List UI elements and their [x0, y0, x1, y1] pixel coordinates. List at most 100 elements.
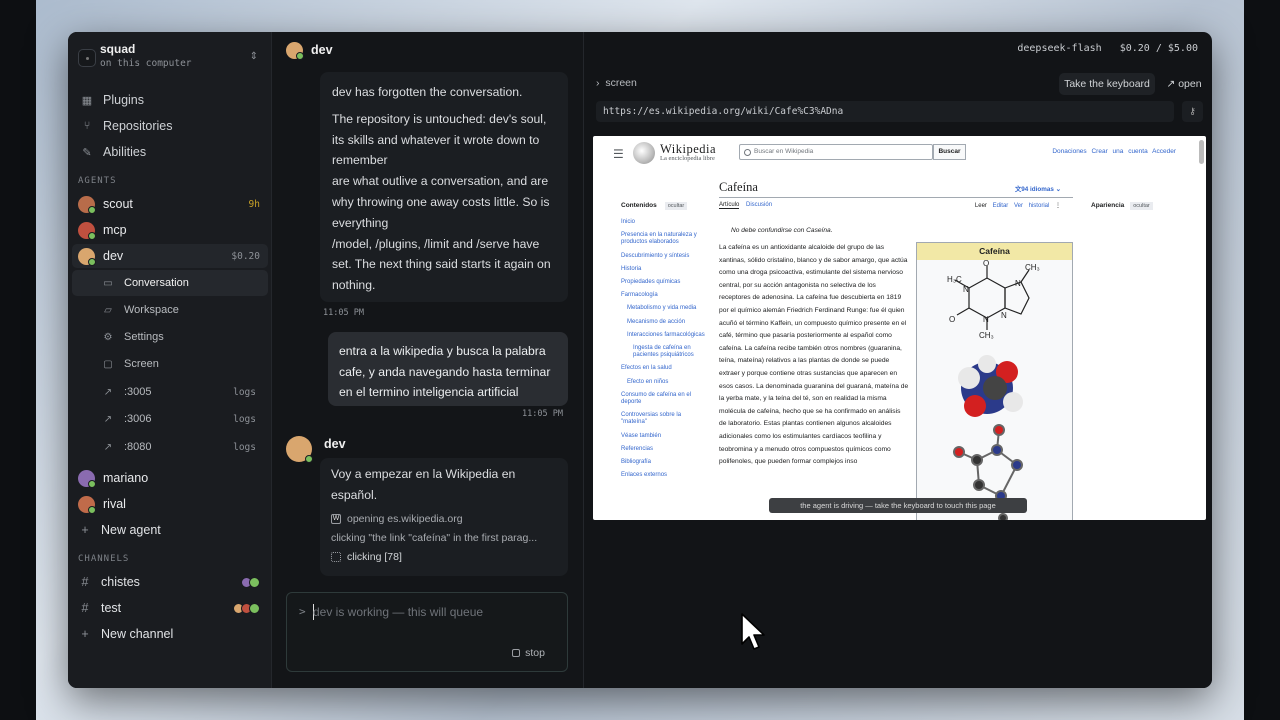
- agent-meta: 9h: [248, 198, 260, 210]
- nav-abilities[interactable]: ✎ Abilities: [78, 140, 262, 164]
- screen-toggle[interactable]: › screen: [596, 77, 637, 89]
- toc-item[interactable]: Efecto en niños: [621, 379, 705, 386]
- menu-icon[interactable]: ☰: [613, 147, 624, 161]
- app-window: squad on this computer ⇕ ▦ Plugins ⑂ Rep…: [68, 32, 1212, 688]
- stop-label: stop: [525, 647, 545, 659]
- toc-item[interactable]: Propiedades químicas: [621, 279, 705, 286]
- dev-item-label: :8080: [124, 441, 152, 453]
- agent-mariano[interactable]: mariano: [72, 466, 268, 490]
- toc-hide-button[interactable]: ocultar: [664, 202, 688, 210]
- toc-header: Contenidos ocultar: [621, 202, 705, 210]
- workspace-switcher[interactable]: squad on this computer ⇕: [78, 42, 262, 78]
- toc-item[interactable]: Enlaces externos: [621, 472, 705, 479]
- appearance-title: Apariencia: [1091, 202, 1125, 209]
- caffeine-molecule-images: O H₃C N N N N O CH₃ CH₃: [947, 259, 1040, 520]
- take-keyboard-button[interactable]: Take the keyboard: [1059, 73, 1155, 95]
- agent-name: rival: [103, 497, 126, 511]
- channel-test[interactable]: # test: [78, 596, 262, 620]
- scrollbar[interactable]: [1199, 140, 1204, 164]
- nav-repositories[interactable]: ⑂ Repositories: [78, 114, 262, 138]
- wiki-account-links[interactable]: Donaciones Crear una cuenta Acceder: [1052, 148, 1176, 155]
- member-avatars: [241, 576, 260, 588]
- toc-item[interactable]: Efectos en la salud: [621, 365, 705, 372]
- dev-item-port-8080[interactable]: ↗ :8080 logs: [72, 434, 268, 460]
- sidebar: squad on this computer ⇕ ▦ Plugins ⑂ Rep…: [68, 32, 272, 688]
- toc-item[interactable]: Farmacología: [621, 292, 705, 299]
- tab-history[interactable]: Ver historial: [1014, 203, 1049, 209]
- toc-item[interactable]: Controversias sobre la "mateína": [621, 412, 705, 426]
- browser-viewport[interactable]: ☰ Wikipedia La enciclopedia libre Buscar…: [593, 136, 1206, 520]
- toc-item[interactable]: Presencia en la naturaleza y productos e…: [621, 232, 705, 246]
- tab-read[interactable]: Leer: [975, 203, 987, 209]
- toc-item[interactable]: Descubrimiento y síntesis: [621, 253, 705, 260]
- branch-icon: ⑂: [83, 120, 91, 132]
- tab-article[interactable]: Artículo: [719, 202, 740, 209]
- toc-list: Inicio Presencia en la naturaleza y produ…: [621, 219, 705, 479]
- hatnote: No debe confundirse con Caseína.: [731, 227, 833, 234]
- agent-rival[interactable]: rival: [72, 492, 268, 516]
- model-name: deepseek-flash: [1017, 43, 1102, 54]
- appearance-hide-button[interactable]: ocultar: [1130, 202, 1153, 210]
- wikipedia-logo[interactable]: [633, 142, 655, 164]
- cost-budget: $0.20 / $5.00: [1119, 43, 1198, 54]
- click-icon: [331, 552, 341, 563]
- new-agent-button[interactable]: + New agent: [78, 518, 262, 542]
- space-filling-model: [958, 355, 1023, 417]
- dev-item-label: Conversation: [124, 277, 189, 289]
- agent-message: dev has forgotten the conversation. The …: [320, 72, 568, 302]
- toc-item[interactable]: Inicio: [621, 219, 705, 226]
- open-button[interactable]: ↗ open: [1162, 73, 1206, 95]
- tab-edit[interactable]: Editar: [993, 203, 1009, 209]
- dev-item-port-3006[interactable]: ↗ :3006 logs: [72, 406, 268, 432]
- url-bar[interactable]: https://es.wikipedia.org/wiki/Cafe%C3%AD…: [596, 101, 1174, 122]
- toc-item[interactable]: Metabolismo y vida media: [621, 305, 705, 312]
- tool-call: clicking "the link "cafeína" in the firs…: [331, 529, 557, 548]
- agent-name: dev: [103, 249, 124, 263]
- dev-item-settings[interactable]: ⚙ Settings: [72, 324, 268, 350]
- message-input[interactable]: > dev is working — this will queue stop: [286, 592, 568, 672]
- user-message: entra a la wikipedia y busca la palabra …: [328, 332, 568, 406]
- logs-link[interactable]: logs: [233, 442, 256, 453]
- toc-item[interactable]: Historia: [621, 266, 705, 273]
- svg-text:H₃C: H₃C: [947, 275, 962, 284]
- dev-item-conversation[interactable]: ▭ Conversation: [72, 270, 268, 296]
- toc-title: Contenidos: [621, 202, 657, 209]
- tab-talk[interactable]: Discusión: [746, 202, 772, 208]
- page-actions: Leer Editar Ver historial ⋮: [975, 202, 1061, 209]
- key-icon[interactable]: ⚷: [1182, 101, 1203, 122]
- toc-item[interactable]: Bibliografía: [621, 459, 705, 466]
- svg-text:N: N: [983, 315, 989, 324]
- more-icon[interactable]: ⋮: [1055, 203, 1061, 209]
- logs-link[interactable]: logs: [233, 387, 256, 398]
- toc-item[interactable]: Mecanismo de acción: [621, 319, 705, 326]
- toc-item[interactable]: Interacciones farmacológicas: [621, 332, 705, 339]
- gear-icon: ⚙: [103, 331, 113, 343]
- wiki-search-input[interactable]: Buscar en Wikipedia: [739, 144, 933, 160]
- agent-dev[interactable]: dev $0.20: [72, 244, 268, 268]
- monitor-icon: ▢: [103, 358, 113, 370]
- stop-button[interactable]: stop: [512, 647, 545, 659]
- new-channel-button[interactable]: + New channel: [78, 622, 262, 646]
- languages-button[interactable]: 文94 idiomas ⌄: [1015, 184, 1061, 193]
- agent-mcp[interactable]: mcp: [72, 218, 268, 242]
- dev-item-workspace[interactable]: ▱ Workspace: [72, 297, 268, 323]
- screen-title: screen: [605, 77, 637, 89]
- new-agent-label: New agent: [101, 523, 161, 537]
- channel-chistes[interactable]: # chistes: [78, 570, 262, 594]
- nav-plugins[interactable]: ▦ Plugins: [78, 88, 262, 112]
- dev-item-screen[interactable]: ▢ Screen: [72, 351, 268, 377]
- agent-scout[interactable]: scout 9h: [72, 192, 268, 216]
- infobox-title: Cafeína: [917, 243, 1072, 260]
- svg-text:CH₃: CH₃: [1025, 263, 1040, 272]
- prompt-symbol: >: [299, 605, 306, 618]
- toc-item[interactable]: Ingesta de cafeína en pacientes psiquiát…: [621, 345, 705, 359]
- toc-item[interactable]: Referencias: [621, 446, 705, 453]
- dev-item-port-3005[interactable]: ↗ :3005 logs: [72, 379, 268, 405]
- plus-icon: +: [81, 627, 89, 641]
- logs-link[interactable]: logs: [233, 414, 256, 425]
- avatar: [286, 41, 304, 60]
- toc-item[interactable]: Véase también: [621, 433, 705, 440]
- toc-item[interactable]: Consumo de cafeína en el deporte: [621, 392, 705, 406]
- wiki-search-button[interactable]: Buscar: [933, 144, 966, 160]
- dev-item-label: Screen: [124, 358, 159, 370]
